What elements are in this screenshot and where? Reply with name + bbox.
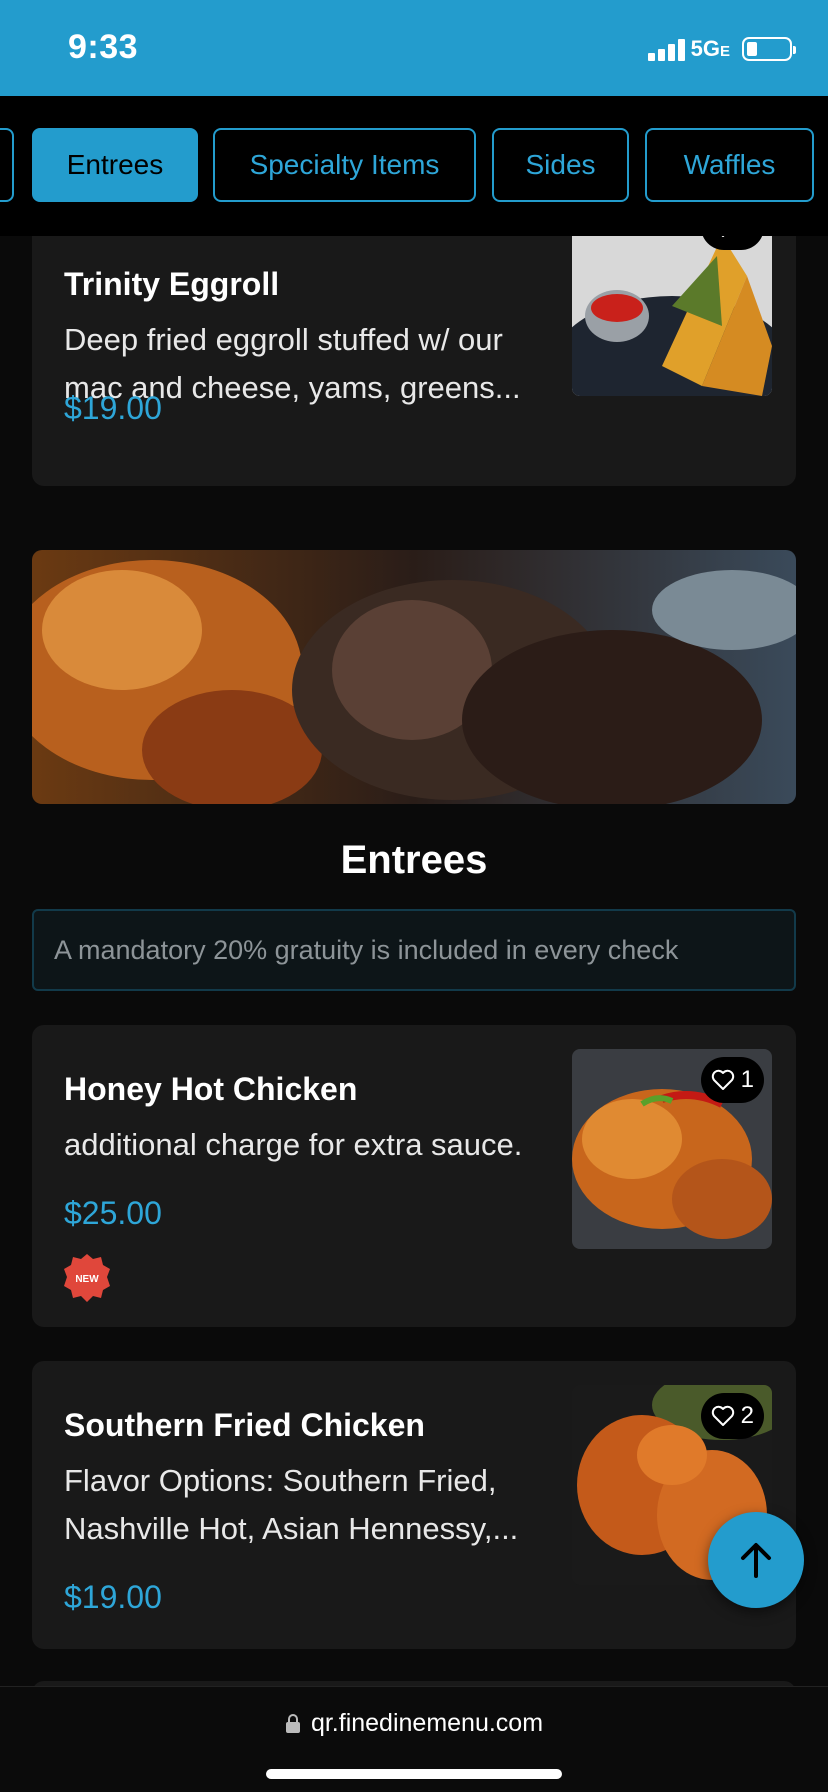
status-icons: 5GE <box>647 36 796 62</box>
heart-icon <box>721 236 725 237</box>
status-time: 9:33 <box>68 28 139 66</box>
menu-item-card[interactable]: Trinity Eggroll Deep fried eggroll stuff… <box>32 236 796 486</box>
like-count: 1 <box>741 236 754 241</box>
tab-entrees[interactable]: Entrees <box>32 128 198 202</box>
item-price: $19.00 <box>64 390 162 426</box>
menu-content: Trinity Eggroll Deep fried eggroll stuff… <box>0 236 828 1686</box>
like-count: 1 <box>740 1066 754 1093</box>
section-banner-image <box>32 550 796 804</box>
like-button[interactable]: 1 <box>700 1057 764 1103</box>
arrow-up-icon <box>741 1543 771 1578</box>
lock-icon <box>285 1713 300 1733</box>
heart-icon <box>711 1405 734 1426</box>
section-title: Entrees <box>340 838 488 882</box>
item-price: $19.00 <box>64 1579 162 1615</box>
item-title: Southern Fried Chicken <box>64 1407 425 1443</box>
signal-icon <box>647 37 685 61</box>
item-image: 1 <box>572 236 772 396</box>
new-badge-icon: NEW <box>64 1254 110 1302</box>
tab-sides[interactable]: Sides <box>492 128 629 202</box>
item-description: Flavor Options: Southern Fried, Nashvill… <box>64 1463 519 1546</box>
battery-icon <box>742 37 796 61</box>
item-price: $25.00 <box>64 1195 162 1231</box>
like-count: 2 <box>740 1402 754 1429</box>
gratuity-notice: A mandatory 20% gratuity is included in … <box>32 909 796 991</box>
heart-icon <box>711 1069 734 1090</box>
home-indicator <box>266 1769 562 1779</box>
item-title: Honey Hot Chicken <box>64 1071 358 1107</box>
network-indicator: 5GE <box>690 36 730 61</box>
tab-waffles[interactable]: Waffles <box>645 128 814 202</box>
tab-previous-partial[interactable] <box>0 128 14 202</box>
category-tabs: Entrees Specialty Items Sides Waffles <box>0 96 828 236</box>
item-description: additional charge for extra sauce. <box>64 1127 523 1162</box>
status-bar: 9:33 5GE <box>0 0 828 96</box>
browser-url-bar[interactable]: qr.finedinemenu.com <box>0 1686 828 1792</box>
like-button[interactable]: 2 <box>700 1393 764 1439</box>
svg-text:NEW: NEW <box>75 1274 99 1285</box>
item-title: Trinity Eggroll <box>64 266 280 302</box>
url-text: qr.finedinemenu.com <box>310 1709 544 1737</box>
scroll-to-top-button[interactable] <box>708 1512 804 1608</box>
menu-item-card[interactable]: Southern Fried Chicken Flavor Options: S… <box>32 1361 796 1649</box>
menu-item-card[interactable]: Honey Hot Chicken additional charge for … <box>32 1025 796 1327</box>
tab-specialty-items[interactable]: Specialty Items <box>213 128 476 202</box>
item-image: 1 <box>572 1049 772 1249</box>
